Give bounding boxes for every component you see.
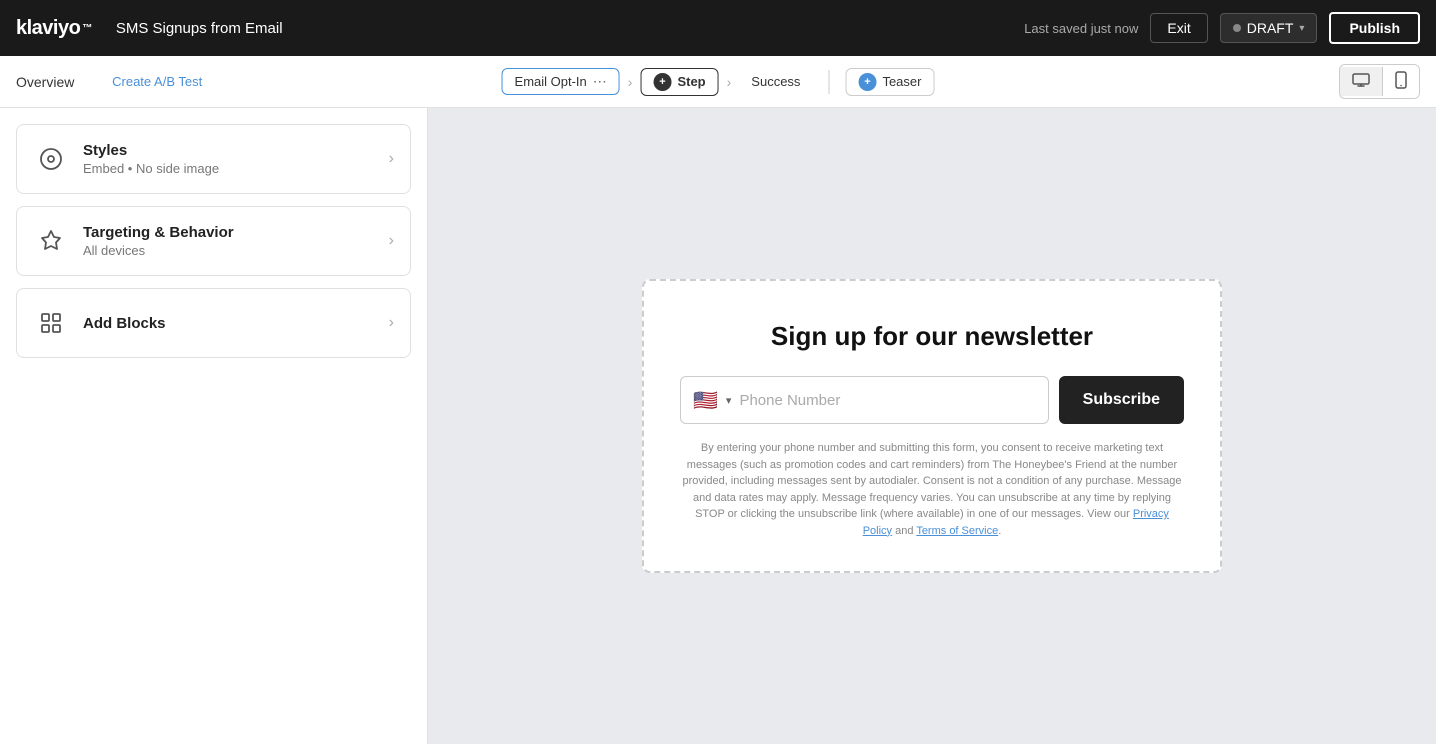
- targeting-subtitle: All devices: [83, 243, 375, 258]
- nav-right: Last saved just now Exit DRAFT ▾ Publish: [1024, 12, 1420, 44]
- styles-text: Styles Embed • No side image: [83, 142, 375, 176]
- step-pill[interactable]: + Step: [640, 68, 718, 96]
- subscribe-button[interactable]: Subscribe: [1059, 376, 1184, 424]
- sub-nav-center: Email Opt-In ⋯ › + Step › Success + Teas…: [502, 68, 935, 96]
- logo: klaviyo ™: [16, 17, 92, 40]
- add-blocks-chevron-icon: ›: [389, 314, 394, 332]
- overview-link[interactable]: Overview: [16, 74, 74, 90]
- teaser-pill[interactable]: + Teaser: [845, 68, 934, 96]
- phone-row: 🇺🇸 ▾ Phone Number Subscribe: [680, 376, 1184, 424]
- draft-status-dot: [1233, 24, 1241, 32]
- teaser-add-icon: +: [858, 73, 876, 91]
- phone-input[interactable]: 🇺🇸 ▾ Phone Number: [680, 376, 1049, 424]
- draft-label: DRAFT: [1247, 20, 1294, 36]
- logo-text: klaviyo: [16, 17, 80, 40]
- teaser-label: Teaser: [882, 74, 921, 89]
- create-ab-link[interactable]: Create A/B Test: [112, 74, 202, 89]
- form-title: Sign up for our newsletter: [680, 321, 1184, 352]
- disclaimer-text: By entering your phone number and submit…: [680, 440, 1184, 539]
- targeting-item[interactable]: Targeting & Behavior All devices ›: [16, 206, 411, 276]
- draft-chevron-icon: ▾: [1299, 23, 1304, 34]
- preview-area: Sign up for our newsletter 🇺🇸 ▾ Phone Nu…: [428, 108, 1436, 744]
- add-blocks-item[interactable]: Add Blocks ›: [16, 288, 411, 358]
- styles-icon: [33, 141, 69, 177]
- mobile-view-button[interactable]: [1383, 65, 1419, 98]
- options-icon[interactable]: ⋯: [593, 73, 607, 90]
- targeting-text: Targeting & Behavior All devices: [83, 224, 375, 258]
- success-label: Success: [751, 74, 800, 89]
- top-nav: klaviyo ™ SMS Signups from Email Last sa…: [0, 0, 1436, 56]
- exit-button[interactable]: Exit: [1150, 13, 1207, 43]
- sub-nav: Overview Create A/B Test Email Opt-In ⋯ …: [0, 56, 1436, 108]
- styles-subtitle: Embed • No side image: [83, 161, 375, 176]
- last-saved: Last saved just now: [1024, 21, 1138, 36]
- chevron-right-icon-1: ›: [628, 74, 633, 90]
- sidebar: Styles Embed • No side image › Targeting…: [0, 108, 428, 744]
- email-opt-in-pill[interactable]: Email Opt-In ⋯: [502, 68, 620, 95]
- targeting-chevron-icon: ›: [389, 232, 394, 250]
- add-blocks-text: Add Blocks: [83, 315, 375, 332]
- page-title: SMS Signups from Email: [116, 20, 283, 37]
- step-circle-icon: +: [653, 73, 671, 91]
- phone-placeholder: Phone Number: [739, 392, 1035, 409]
- period: .: [998, 525, 1001, 537]
- add-blocks-icon: [33, 305, 69, 341]
- and-text: and: [895, 525, 913, 537]
- styles-title: Styles: [83, 142, 375, 159]
- styles-chevron-icon: ›: [389, 150, 394, 168]
- targeting-title: Targeting & Behavior: [83, 224, 375, 241]
- success-pill[interactable]: Success: [739, 70, 812, 93]
- email-opt-in-label: Email Opt-In: [515, 74, 587, 89]
- styles-item[interactable]: Styles Embed • No side image ›: [16, 124, 411, 194]
- publish-button[interactable]: Publish: [1329, 12, 1420, 44]
- add-blocks-title: Add Blocks: [83, 315, 375, 332]
- draft-button[interactable]: DRAFT ▾: [1220, 13, 1318, 43]
- step-label: Step: [677, 74, 705, 89]
- sub-nav-overview: Overview Create A/B Test: [16, 74, 216, 90]
- flag-emoji: 🇺🇸: [693, 388, 718, 413]
- chevron-right-icon-2: ›: [727, 74, 732, 90]
- disclaimer-main: By entering your phone number and submit…: [683, 442, 1182, 520]
- targeting-icon: [33, 223, 69, 259]
- desktop-view-button[interactable]: [1340, 67, 1383, 96]
- country-chevron-icon[interactable]: ▾: [726, 394, 732, 407]
- view-toggle: [1339, 64, 1420, 99]
- separator: [828, 70, 829, 94]
- main-layout: Styles Embed • No side image › Targeting…: [0, 108, 1436, 744]
- form-card: Sign up for our newsletter 🇺🇸 ▾ Phone Nu…: [642, 279, 1222, 573]
- tos-link[interactable]: Terms of Service: [916, 525, 998, 537]
